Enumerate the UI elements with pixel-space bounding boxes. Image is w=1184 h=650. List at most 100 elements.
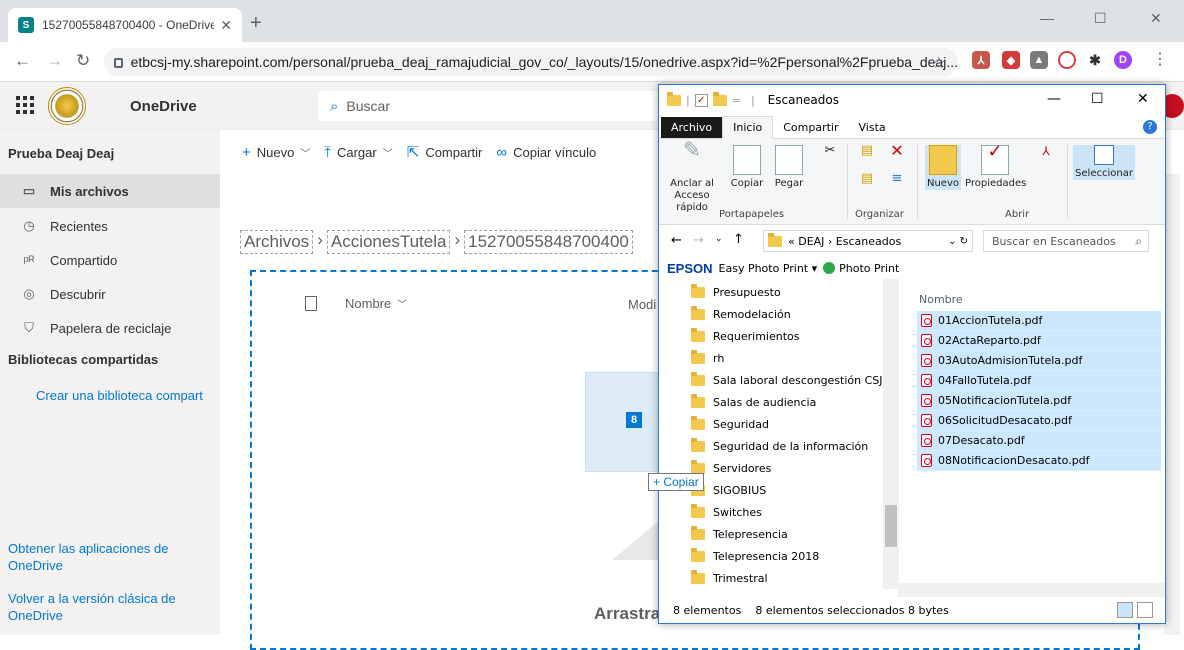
- tree-folder-item[interactable]: Presupuesto: [691, 281, 781, 303]
- user-title[interactable]: Prueba Deaj Deaj: [8, 146, 114, 161]
- tab-vista[interactable]: Vista: [849, 117, 896, 138]
- tree-folder-item[interactable]: Seguridad de la información: [691, 435, 868, 457]
- close-window-button[interactable]: ✕: [1150, 10, 1162, 27]
- classic-version-link[interactable]: Volver a la versión clásica de OneDrive: [8, 590, 208, 624]
- move-to-button[interactable]: ▤: [855, 144, 879, 157]
- shield-extension-icon[interactable]: ◆: [1002, 51, 1020, 69]
- bookmark-star-icon[interactable]: ☆: [932, 53, 946, 73]
- explorer-maximize-button[interactable]: ☐: [1091, 91, 1104, 107]
- tree-folder-item[interactable]: Sala laboral descongestión CSJ: [691, 369, 883, 391]
- page-scrollbar[interactable]: [1164, 174, 1180, 635]
- pin-quick-access-button[interactable]: ✎ Anclar al Acceso rápido: [667, 140, 717, 214]
- address-bar[interactable]: etbcsj-my.sharepoint.com/personal/prueba…: [104, 48, 958, 76]
- cut-button[interactable]: ✂: [815, 144, 845, 157]
- breadcrumb-item-archivos[interactable]: Archivos: [240, 230, 314, 254]
- up-icon[interactable]: ↑: [733, 232, 744, 247]
- tab-archivo[interactable]: Archivo: [661, 117, 723, 138]
- tree-folder-label: Requerimientos: [713, 329, 800, 343]
- column-header-modified[interactable]: Modi: [628, 297, 656, 312]
- explorer-address-bar[interactable]: « DEAJ › Escaneados ⌄ ↻: [763, 230, 973, 252]
- tree-folder-item[interactable]: Telepresencia: [691, 523, 788, 545]
- file-row[interactable]: 07Desacato.pdf: [917, 431, 1161, 451]
- profile-avatar[interactable]: D: [1114, 51, 1132, 69]
- forward-icon[interactable]: →: [46, 52, 63, 70]
- file-row[interactable]: 06SolicitudDesacato.pdf: [917, 411, 1161, 431]
- tree-folder-item[interactable]: Switches: [691, 501, 762, 523]
- tab-close-icon[interactable]: ✕: [220, 17, 232, 34]
- back-icon[interactable]: ←: [671, 233, 682, 248]
- tree-folder-item[interactable]: Telepresencia 2018: [691, 545, 819, 567]
- file-row[interactable]: 03AutoAdmisionTutela.pdf: [917, 351, 1161, 371]
- search-box[interactable]: ⌕ Buscar: [318, 91, 658, 121]
- sidebar-item-discover[interactable]: ◎ Descubrir: [0, 277, 220, 311]
- new-folder-button[interactable]: Nuevo: [925, 145, 961, 190]
- new-tab-button[interactable]: +: [250, 13, 262, 33]
- sidebar-item-recent[interactable]: ◷ Recientes: [0, 209, 220, 243]
- tree-folder-item[interactable]: Requerimientos: [691, 325, 800, 347]
- large-icons-view-button[interactable]: [1137, 602, 1153, 618]
- file-column-header-name[interactable]: Nombre: [919, 293, 963, 306]
- forward-icon[interactable]: →: [693, 233, 704, 248]
- new-button[interactable]: + Nuevo ﹀: [242, 144, 310, 161]
- photo-print-button[interactable]: Photo Print: [839, 262, 899, 275]
- explorer-minimize-button[interactable]: —: [1047, 91, 1061, 107]
- navigation-scroll-thumb[interactable]: [885, 505, 897, 547]
- create-library-link[interactable]: Crear una biblioteca compart: [36, 388, 203, 403]
- file-row[interactable]: 01AccionTutela.pdf: [917, 311, 1161, 331]
- puzzle-extensions-icon[interactable]: ✱: [1086, 51, 1104, 69]
- horizontal-scrollbar[interactable]: [899, 583, 1165, 597]
- column-header-name[interactable]: Nombre ﹀: [305, 296, 407, 311]
- drive-extension-icon[interactable]: ▲: [1030, 51, 1048, 69]
- explorer-title-bar[interactable]: | ✓ = | Escaneados — ☐ ✕: [659, 85, 1165, 115]
- properties-button[interactable]: ✓ Propiedades: [965, 143, 1026, 190]
- browser-tab[interactable]: S 15270055848700400 - OneDrive ✕: [8, 8, 242, 42]
- tab-inicio[interactable]: Inicio: [722, 116, 774, 139]
- recent-chevron-icon[interactable]: ⌄: [715, 234, 723, 244]
- copy-to-button[interactable]: ▤: [855, 172, 879, 185]
- upload-button[interactable]: ⤒ Cargar ﹀: [324, 144, 392, 161]
- tree-folder-item[interactable]: rh: [691, 347, 724, 369]
- new-folder-quick-icon[interactable]: [712, 91, 727, 106]
- file-row[interactable]: 08NotificacionDesacato.pdf: [917, 451, 1161, 471]
- easy-photo-print-button[interactable]: Easy Photo Print ▾: [719, 262, 818, 275]
- share-button[interactable]: ⇱ Compartir: [407, 143, 483, 161]
- tree-folder-item[interactable]: Trimestral: [691, 567, 768, 589]
- copy-link-button[interactable]: ∞ Copiar vínculo: [496, 144, 596, 161]
- reload-icon[interactable]: ↻: [76, 52, 90, 70]
- paste-button[interactable]: Pegar: [771, 145, 807, 190]
- file-explorer-window[interactable]: | ✓ = | Escaneados — ☐ ✕ Archivo Inicio …: [658, 84, 1166, 624]
- column-name-label: Nombre: [345, 296, 392, 311]
- tree-folder-item[interactable]: Remodelación: [691, 303, 791, 325]
- details-view-button[interactable]: [1117, 602, 1133, 618]
- app-launcher-icon[interactable]: [16, 96, 34, 114]
- chrome-menu-icon[interactable]: ⋮: [1152, 51, 1168, 69]
- help-icon[interactable]: ?: [1143, 120, 1157, 134]
- refresh-icon[interactable]: ⌄ ↻: [948, 236, 968, 247]
- explorer-search-box[interactable]: Buscar en Escaneados ⌕: [983, 230, 1149, 252]
- sidebar-item-recycle-bin[interactable]: ⛉ Papelera de reciclaje: [0, 311, 220, 345]
- sidebar-item-shared[interactable]: ᵖᴿ Compartido: [0, 243, 220, 277]
- select-button[interactable]: Seleccionar: [1073, 145, 1135, 180]
- minimize-button[interactable]: —: [1040, 10, 1054, 26]
- tree-folder-item[interactable]: Salas de audiencia: [691, 391, 816, 413]
- pdf-extension-icon[interactable]: ⅄: [972, 51, 990, 69]
- open-pdf-icon[interactable]: ⅄: [1035, 145, 1057, 157]
- file-row[interactable]: 05NotificacionTutela.pdf: [917, 391, 1161, 411]
- tree-folder-item[interactable]: Seguridad: [691, 413, 769, 435]
- file-name: 05NotificacionTutela.pdf: [938, 394, 1072, 407]
- maximize-button[interactable]: ☐: [1094, 10, 1107, 27]
- file-row[interactable]: 04FalloTutela.pdf: [917, 371, 1161, 391]
- explorer-close-button[interactable]: ✕: [1137, 91, 1149, 107]
- back-icon[interactable]: ←: [14, 52, 31, 70]
- opera-extension-icon[interactable]: [1058, 51, 1076, 69]
- file-row[interactable]: 02ActaReparto.pdf: [917, 331, 1161, 351]
- properties-quick-icon[interactable]: ✓: [694, 93, 708, 107]
- sidebar-item-my-files[interactable]: ▭ Mis archivos: [0, 174, 220, 208]
- tab-compartir[interactable]: Compartir: [773, 117, 848, 138]
- copy-button[interactable]: Copiar: [729, 145, 765, 190]
- get-apps-link[interactable]: Obtener las aplicaciones de OneDrive: [8, 540, 208, 574]
- rename-icon[interactable]: ≡: [885, 172, 909, 185]
- app-name[interactable]: OneDrive: [130, 98, 197, 115]
- breadcrumb-item-acciones-tutela[interactable]: AccionesTutela: [326, 230, 451, 254]
- delete-icon[interactable]: ✕: [885, 143, 909, 159]
